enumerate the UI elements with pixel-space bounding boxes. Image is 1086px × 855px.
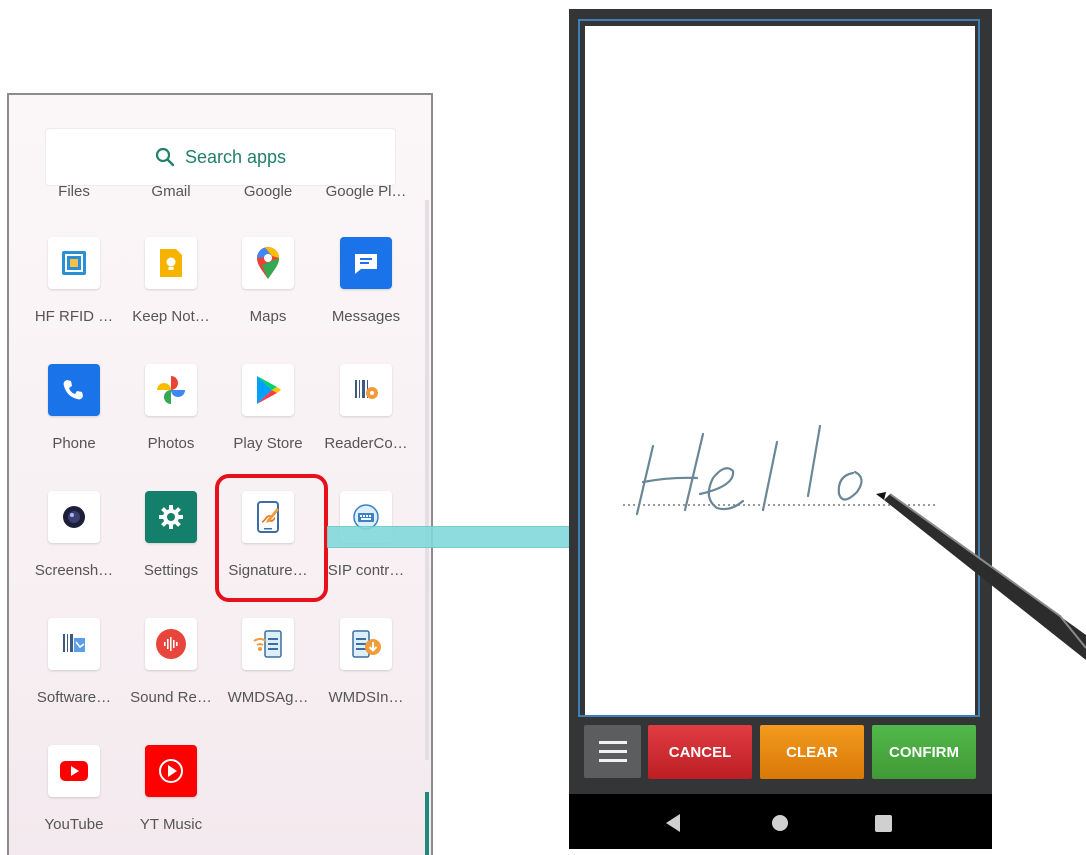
hamburger-icon-bar: [598, 759, 627, 762]
pointer-arrow: [327, 526, 599, 548]
app-name: YT Music: [139, 816, 203, 833]
wmds-installer-icon: [340, 618, 392, 670]
app-sound-recorder[interactable]: Sound Re…: [121, 618, 221, 738]
app-label-files[interactable]: Files: [24, 183, 124, 200]
youtube-icon: [48, 745, 100, 797]
maps-pin-icon: [242, 237, 294, 289]
signature-app-highlight: [215, 474, 328, 602]
app-wmds-agent[interactable]: WMDSAg…: [218, 618, 318, 738]
app-label-google-play[interactable]: Google Pl…: [316, 183, 416, 200]
keep-notes-icon: [145, 237, 197, 289]
app-settings[interactable]: Settings: [121, 491, 221, 611]
menu-button[interactable]: [584, 725, 641, 778]
yt-music-icon: [145, 745, 197, 797]
app-sip-controller[interactable]: SIP contr…: [316, 491, 416, 611]
app-reader-config[interactable]: ReaderCo…: [316, 364, 416, 484]
play-store-icon: [242, 364, 294, 416]
app-name: Play Store: [233, 435, 303, 452]
app-name: Settings: [143, 562, 199, 579]
search-apps-bar[interactable]: Search apps: [45, 128, 396, 186]
app-label-gmail[interactable]: Gmail: [121, 183, 221, 200]
app-keep-notes[interactable]: Keep Not…: [121, 237, 221, 357]
app-play-store[interactable]: Play Store: [218, 364, 318, 484]
app-label-google[interactable]: Google: [218, 183, 318, 200]
app-name: Screensh…: [34, 562, 114, 579]
app-yt-music[interactable]: YT Music: [121, 745, 221, 855]
scrollbar-track[interactable]: [425, 200, 429, 760]
app-name: Software…: [36, 689, 112, 706]
hamburger-icon-bar: [598, 750, 627, 753]
signature-toolbar: CANCEL CLEAR CONFIRM: [569, 721, 992, 796]
recents-icon[interactable]: [875, 815, 892, 832]
navigation-bar: [569, 794, 992, 849]
app-drawer: Search apps Files Gmail Google Google Pl…: [7, 93, 433, 855]
app-name: Phone: [52, 435, 96, 452]
clear-button[interactable]: CLEAR: [760, 725, 864, 779]
app-name: HF RFID …: [34, 308, 114, 325]
app-name: Sound Re…: [130, 689, 212, 706]
cancel-button[interactable]: CANCEL: [648, 725, 752, 779]
hamburger-icon: [598, 741, 627, 744]
settings-gear-icon: [145, 491, 197, 543]
app-software[interactable]: Software…: [24, 618, 124, 738]
signature-canvas[interactable]: [585, 26, 975, 715]
app-hf-rfid[interactable]: HF RFID …: [24, 237, 124, 357]
app-wmds-installer[interactable]: WMDSIn…: [316, 618, 416, 738]
app-name: Photos: [147, 435, 195, 452]
app-screenshot[interactable]: Screensh…: [24, 491, 124, 611]
app-photos[interactable]: Photos: [121, 364, 221, 484]
signature-app-screen: CANCEL CLEAR CONFIRM: [569, 9, 992, 849]
app-name: WMDSIn…: [328, 689, 404, 706]
handwritten-text: [623, 424, 935, 516]
photos-pinwheel-icon: [145, 364, 197, 416]
confirm-button[interactable]: CONFIRM: [872, 725, 976, 779]
app-youtube[interactable]: YouTube: [24, 745, 124, 855]
back-icon[interactable]: [666, 814, 680, 832]
phone-icon: [48, 364, 100, 416]
app-name: WMDSAg…: [227, 689, 309, 706]
wmds-agent-icon: [242, 618, 294, 670]
app-name: SIP contr…: [327, 562, 405, 579]
partial-app-row: Files Gmail Google Google Pl…: [9, 183, 419, 207]
app-name: Maps: [249, 308, 287, 325]
app-name: YouTube: [44, 816, 104, 833]
app-messages[interactable]: Messages: [316, 237, 416, 357]
app-phone[interactable]: Phone: [24, 364, 124, 484]
messages-icon: [340, 237, 392, 289]
hf-rfid-icon: [48, 237, 100, 289]
app-name: Messages: [331, 308, 401, 325]
search-icon: [155, 147, 175, 167]
screenshot-icon: [48, 491, 100, 543]
sound-recorder-icon: [145, 618, 197, 670]
software-barcode-icon: [48, 618, 100, 670]
search-apps-label: Search apps: [184, 146, 287, 167]
reader-config-icon: [340, 364, 392, 416]
app-name: ReaderCo…: [324, 435, 408, 452]
app-maps[interactable]: Maps: [218, 237, 318, 357]
scrollbar-thumb[interactable]: [425, 792, 429, 855]
home-icon[interactable]: [772, 815, 788, 831]
app-name: Keep Not…: [132, 308, 210, 325]
